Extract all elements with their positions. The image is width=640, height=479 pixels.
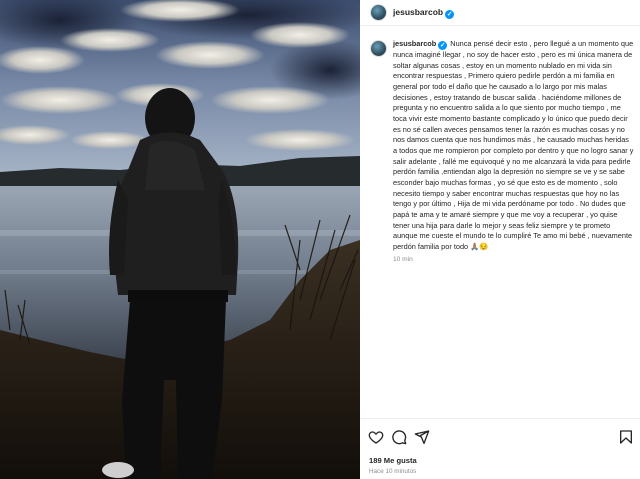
caption-body: Nunca pensé decir esto , pero llegué a u…: [393, 39, 634, 251]
verified-badge-icon: ✓: [445, 10, 455, 19]
comment-icon[interactable]: [391, 429, 407, 445]
post-header: jesusbarcob ✓: [360, 0, 640, 26]
caption-username[interactable]: jesusbarcob ✓: [393, 39, 448, 50]
like-count[interactable]: 189 Me gusta: [369, 456, 417, 465]
post-timestamp: Hace 10 minutos: [369, 468, 417, 475]
caption-username-text[interactable]: jesusbarcob: [393, 39, 436, 48]
caption-text: jesusbarcob ✓ Nunca pensé decir esto , per…: [393, 39, 635, 252]
caption-timestamp: 10 min: [393, 256, 413, 264]
avatar[interactable]: [370, 40, 387, 57]
post-actions: 189 Me gusta Hace 10 minutos: [360, 418, 640, 479]
caption: jesusbarcob ✓ Nunca pensé decir esto , per…: [370, 39, 635, 263]
share-icon[interactable]: [414, 429, 430, 445]
username-link[interactable]: jesusbarcob ✓: [393, 7, 455, 19]
post-sidebar: jesusbarcob ✓ jesusbarcob ✓ Nunca pensé dec…: [360, 0, 640, 479]
avatar[interactable]: [370, 4, 387, 21]
heart-icon[interactable]: [368, 429, 384, 445]
bookmark-icon[interactable]: [618, 429, 634, 445]
username[interactable]: jesusbarcob: [393, 7, 443, 17]
post-photo: [0, 0, 360, 479]
verified-badge-icon: ✓: [438, 41, 448, 50]
